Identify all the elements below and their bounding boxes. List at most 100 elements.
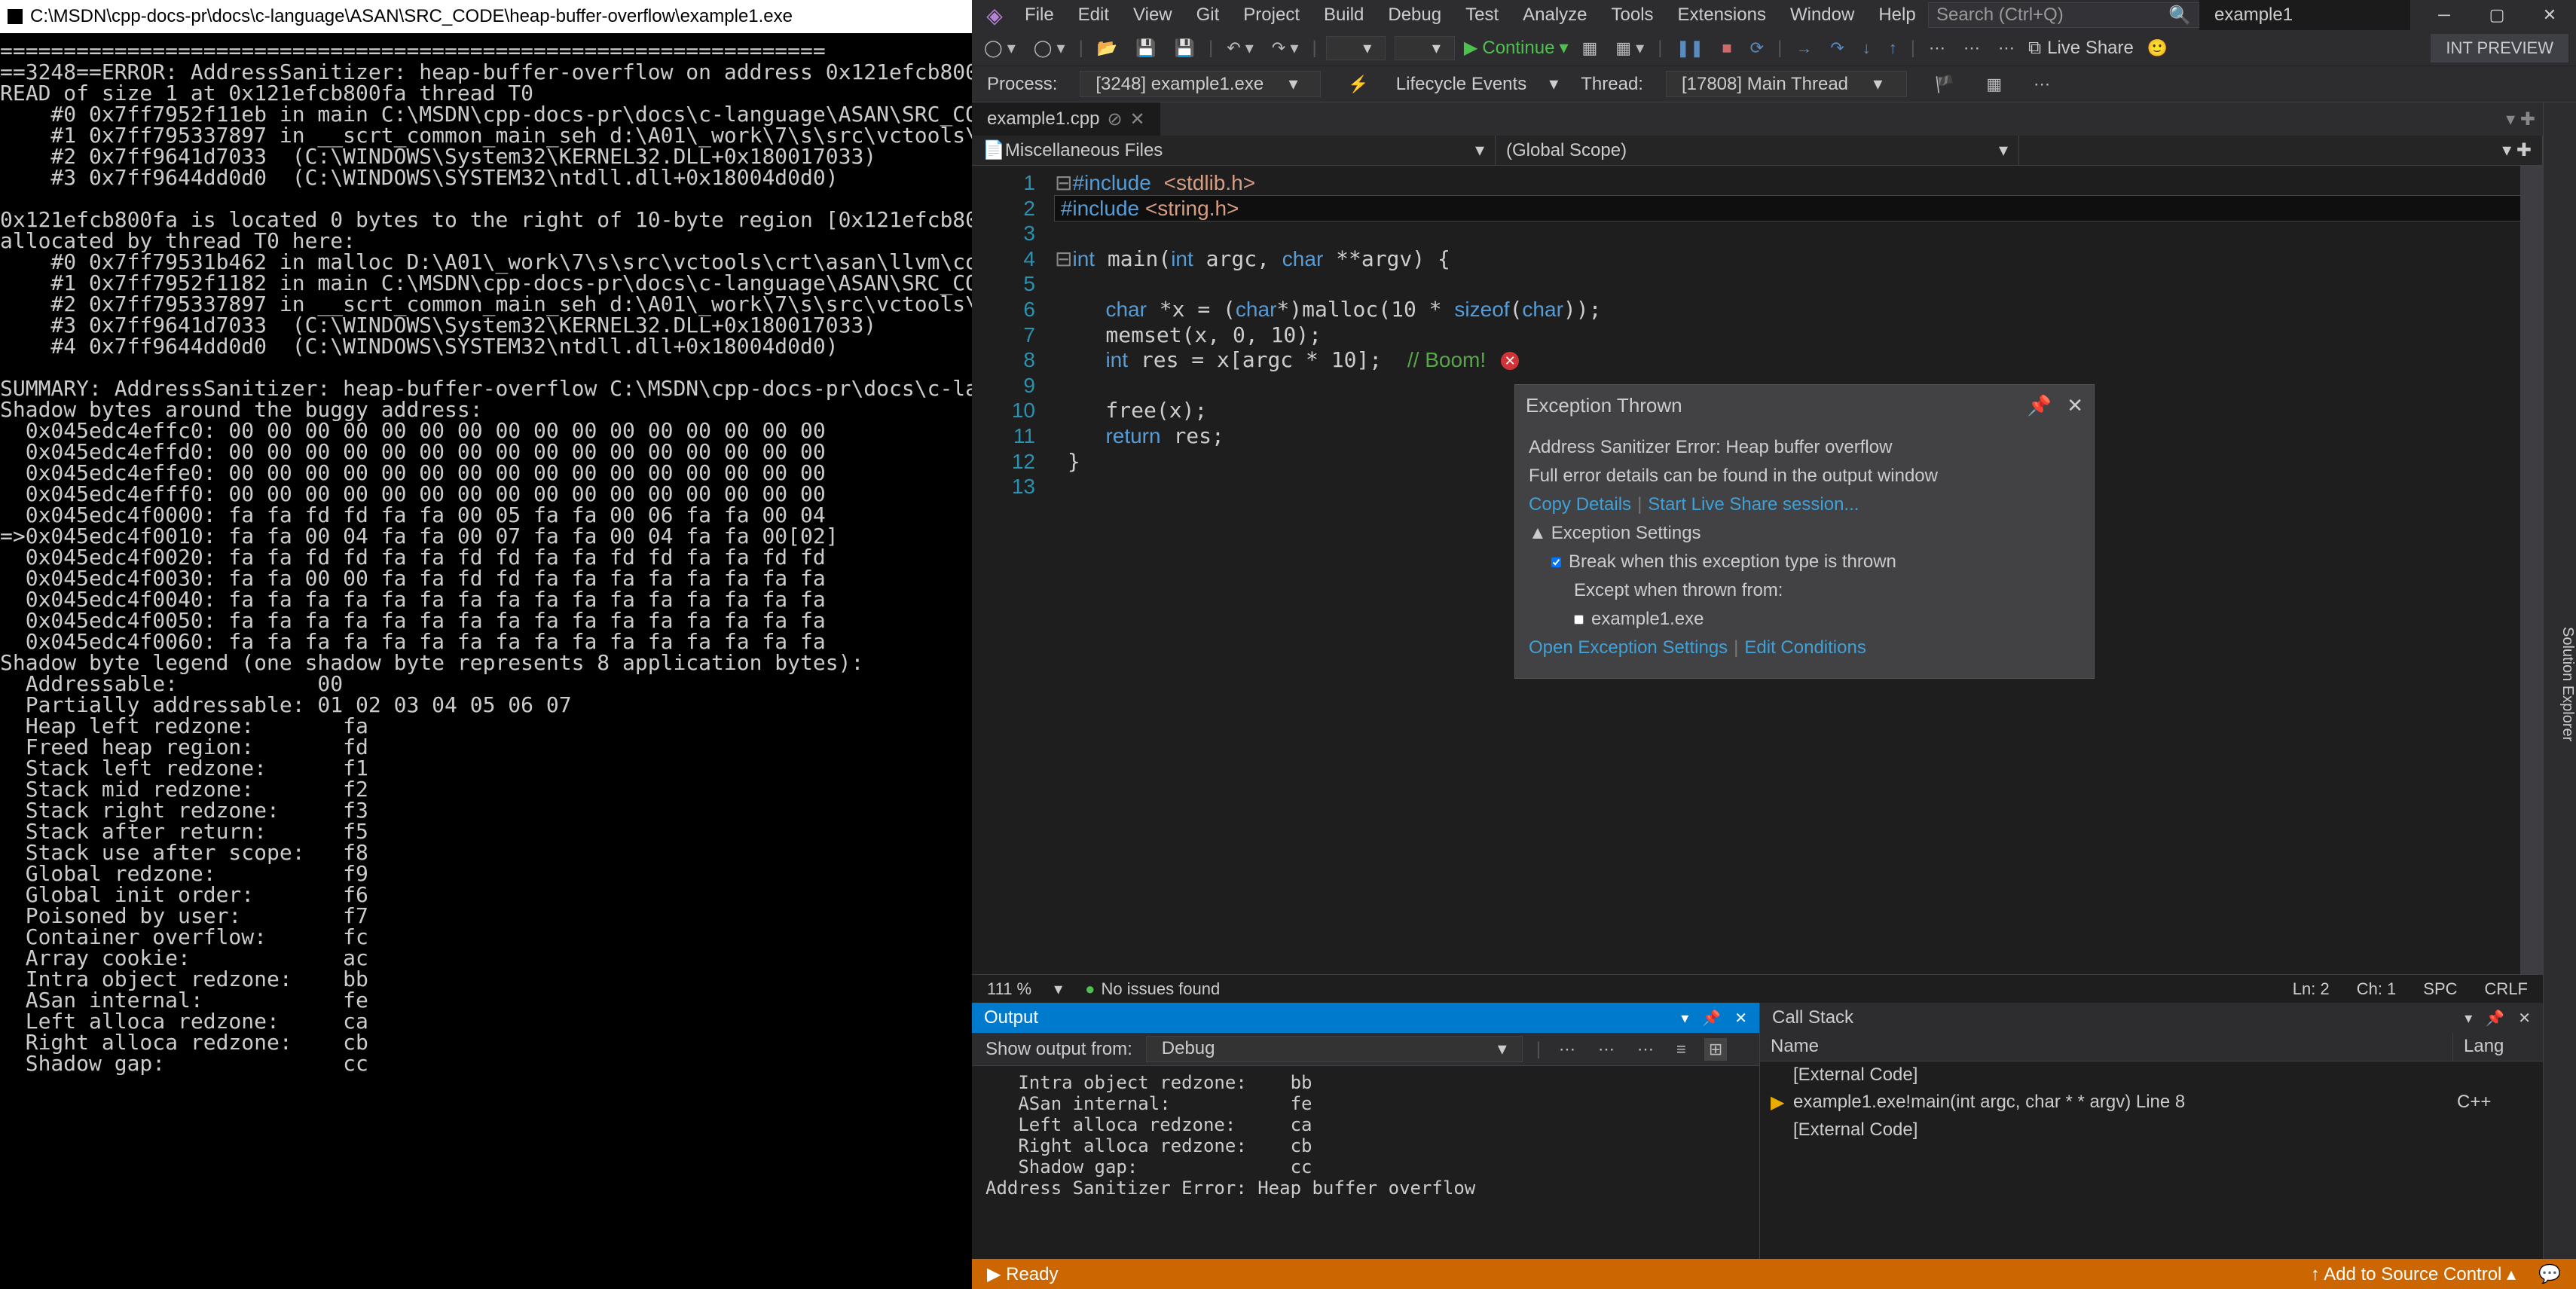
platform-dropdown[interactable]: ▾: [1395, 36, 1455, 60]
notification-icon[interactable]: 💬: [2538, 1263, 2561, 1285]
zoom-level[interactable]: 111 %: [987, 979, 1031, 999]
tab-dropdown-icon[interactable]: ▾ ✚: [2498, 108, 2543, 130]
maximize-button[interactable]: ▢: [2471, 0, 2523, 30]
close-icon[interactable]: ✕: [2067, 394, 2083, 417]
undo-icon[interactable]: ↶ ▾: [1222, 37, 1258, 60]
menu-edit[interactable]: Edit: [1078, 5, 1109, 26]
tool-icon-4[interactable]: ⋯: [1959, 37, 1985, 60]
exception-title-bar[interactable]: Exception Thrown 📌✕: [1515, 385, 2094, 426]
menu-test[interactable]: Test: [1465, 5, 1499, 26]
stop-icon[interactable]: ■: [1717, 37, 1736, 60]
search-input[interactable]: Search (Ctrl+Q) 🔍: [1928, 2, 2199, 28]
nav-fwd-icon[interactable]: ◯ ▾: [1029, 37, 1070, 60]
break-checkbox[interactable]: [1551, 557, 1561, 567]
step-into-icon[interactable]: ↓: [1858, 37, 1875, 60]
open-icon[interactable]: 📂: [1092, 37, 1122, 60]
project-scope[interactable]: 📄 Miscellaneous Files▾: [972, 136, 1496, 165]
step-icon-1[interactable]: →: [1791, 37, 1817, 60]
out-icon-1[interactable]: ⋯: [1554, 1038, 1580, 1061]
close-button[interactable]: ✕: [2523, 0, 2576, 30]
callstack-row[interactable]: [External Code]: [1760, 1116, 2543, 1144]
menu-file[interactable]: File: [1025, 5, 1054, 26]
dropdown-icon[interactable]: ▾: [1681, 1009, 1688, 1028]
step-out-icon[interactable]: ↑: [1884, 37, 1902, 60]
menu-view[interactable]: View: [1133, 5, 1172, 26]
menu-extensions[interactable]: Extensions: [1678, 5, 1766, 26]
pin-icon[interactable]: 📌: [1702, 1009, 1721, 1028]
out-icon-2[interactable]: ⋯: [1594, 1038, 1619, 1061]
nav-back-icon[interactable]: ◯ ▾: [979, 37, 1020, 60]
pin-icon[interactable]: 📌: [2027, 394, 2052, 417]
expand-icon[interactable]: ▲: [1529, 523, 1547, 544]
menu-tools[interactable]: Tools: [1612, 5, 1654, 26]
line-ending-indicator[interactable]: CRLF: [2485, 979, 2528, 999]
callstack-row[interactable]: [External Code]: [1760, 1061, 2543, 1089]
output-title-bar[interactable]: Output ▾📌✕: [972, 1003, 1759, 1033]
lifecycle-label[interactable]: Lifecycle Events: [1396, 74, 1526, 95]
global-scope[interactable]: (Global Scope)▾: [1496, 136, 2019, 165]
save-all-icon[interactable]: 💾: [1170, 37, 1199, 60]
solution-tab[interactable]: example1: [2199, 0, 2410, 30]
menu-debug[interactable]: Debug: [1388, 5, 1441, 26]
edit-conditions-link[interactable]: Edit Conditions: [1744, 637, 1866, 658]
tool-icon-5[interactable]: ⋯: [1994, 37, 2019, 60]
out-icon-5[interactable]: ⊞: [1704, 1038, 1727, 1061]
menu-git[interactable]: Git: [1196, 5, 1220, 26]
callstack-body[interactable]: [External Code] ▶example1.exe!main(int a…: [1760, 1061, 2543, 1259]
flag-icon[interactable]: 🏴: [1930, 73, 1959, 96]
live-share-button[interactable]: ⧉ Live Share: [2028, 38, 2134, 59]
menu-window[interactable]: Window: [1790, 5, 1854, 26]
menu-build[interactable]: Build: [1324, 5, 1364, 26]
vs-logo-icon[interactable]: ◈: [972, 0, 1017, 30]
char-indicator[interactable]: Ch: 1: [2357, 979, 2397, 999]
menu-project[interactable]: Project: [1243, 5, 1300, 26]
output-text[interactable]: Intra object redzone: bb ASan internal: …: [972, 1066, 1759, 1259]
file-tab-example1[interactable]: example1.cpp ⊘ ✕: [972, 102, 1160, 136]
continue-button[interactable]: ▶ Continue ▾: [1464, 37, 1569, 59]
pin-icon[interactable]: ⊘: [1107, 108, 1122, 130]
stack-icon[interactable]: ▦: [1982, 73, 2006, 96]
add-source-control[interactable]: ↑ Add to Source Control ▴: [2311, 1263, 2516, 1285]
vs-titlebar[interactable]: ◈ File Edit View Git Project Build Debug…: [972, 0, 2576, 30]
lifecycle-icon[interactable]: ⚡: [1343, 73, 1373, 96]
dropdown-icon[interactable]: ▾: [2464, 1009, 2472, 1028]
output-source-dropdown[interactable]: Debug▾: [1146, 1036, 1523, 1062]
pin-icon[interactable]: 📌: [2486, 1009, 2504, 1028]
console-titlebar[interactable]: C:\MSDN\cpp-docs-pr\docs\c-language\ASAN…: [0, 0, 972, 33]
out-icon-3[interactable]: ⋯: [1633, 1038, 1658, 1061]
error-marker-icon[interactable]: ✕: [1501, 352, 1519, 370]
callstack-title-bar[interactable]: Call Stack ▾📌✕: [1760, 1003, 2543, 1033]
open-settings-link[interactable]: Open Exception Settings: [1529, 637, 1728, 658]
step-over-icon[interactable]: ↷: [1826, 37, 1848, 60]
copy-details-link[interactable]: Copy Details: [1529, 494, 1631, 515]
out-icon-4[interactable]: ≡: [1672, 1038, 1691, 1061]
misc-icon[interactable]: ⋯: [2029, 73, 2055, 96]
spaces-indicator[interactable]: SPC: [2423, 979, 2457, 999]
code-editor[interactable]: 1 2 3 4 5 6 7 8 9 10 11 12 13 ⊟#include …: [972, 166, 2543, 974]
config-dropdown[interactable]: ▾: [1326, 36, 1386, 60]
menu-analyze[interactable]: Analyze: [1523, 5, 1587, 26]
line-indicator[interactable]: Ln: 2: [2293, 979, 2330, 999]
zoom-dropdown-icon[interactable]: ▾: [1054, 979, 1062, 999]
process-dropdown[interactable]: [3248] example1.exe ▾: [1080, 71, 1321, 97]
close-icon[interactable]: ✕: [1734, 1009, 1747, 1028]
menu-help[interactable]: Help: [1878, 5, 1915, 26]
member-scope[interactable]: ▾ ✚: [2019, 136, 2543, 165]
minimize-button[interactable]: ─: [2418, 0, 2471, 30]
redo-icon[interactable]: ↷ ▾: [1267, 37, 1303, 60]
restart-icon[interactable]: ⟳: [1746, 37, 1768, 60]
close-icon[interactable]: ✕: [2518, 1009, 2531, 1028]
feedback-icon[interactable]: 🙂: [2143, 37, 2172, 60]
save-icon[interactable]: 💾: [1131, 37, 1160, 60]
tool-icon-1[interactable]: ▦: [1577, 37, 1602, 60]
thread-dropdown[interactable]: [17808] Main Thread ▾: [1666, 71, 1907, 97]
console-output[interactable]: ========================================…: [0, 33, 972, 1289]
exe-checkbox[interactable]: [1574, 615, 1584, 625]
callstack-row[interactable]: ▶example1.exe!main(int argc, char * * ar…: [1760, 1089, 2543, 1116]
int-preview-badge[interactable]: INT PREVIEW: [2431, 34, 2568, 63]
tool-icon-2[interactable]: ▦ ▾: [1611, 37, 1649, 60]
editor-scrollbar[interactable]: [2520, 166, 2543, 974]
close-tab-icon[interactable]: ✕: [1130, 108, 1145, 130]
tool-icon-3[interactable]: ⋯: [1924, 37, 1950, 60]
live-share-link[interactable]: Start Live Share session...: [1648, 494, 1859, 515]
